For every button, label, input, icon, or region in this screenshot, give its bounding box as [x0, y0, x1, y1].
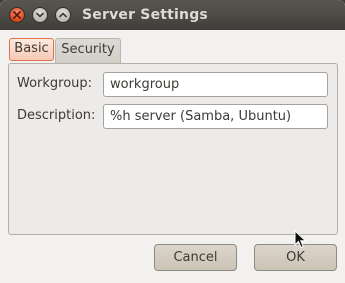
close-button[interactable]: [9, 7, 25, 23]
minimize-button[interactable]: [32, 7, 48, 23]
description-input[interactable]: [103, 104, 328, 129]
close-icon: [13, 11, 21, 19]
workgroup-label: Workgroup:: [17, 76, 93, 91]
tab-security[interactable]: Security: [55, 38, 121, 65]
mouse-pointer-icon: [294, 230, 307, 249]
tab-panel-basic: Workgroup: Description:: [8, 63, 338, 235]
maximize-icon: [59, 12, 67, 18]
server-settings-dialog: Server Settings Basic Security Workgroup…: [0, 0, 345, 283]
tab-basic[interactable]: Basic: [9, 38, 54, 61]
description-label: Description:: [17, 108, 96, 123]
cancel-button[interactable]: Cancel: [154, 244, 237, 271]
title-bar[interactable]: Server Settings: [0, 0, 345, 30]
maximize-button[interactable]: [55, 7, 71, 23]
window-title: Server Settings: [82, 7, 208, 23]
workgroup-input[interactable]: [103, 72, 328, 97]
minimize-icon: [36, 12, 44, 18]
